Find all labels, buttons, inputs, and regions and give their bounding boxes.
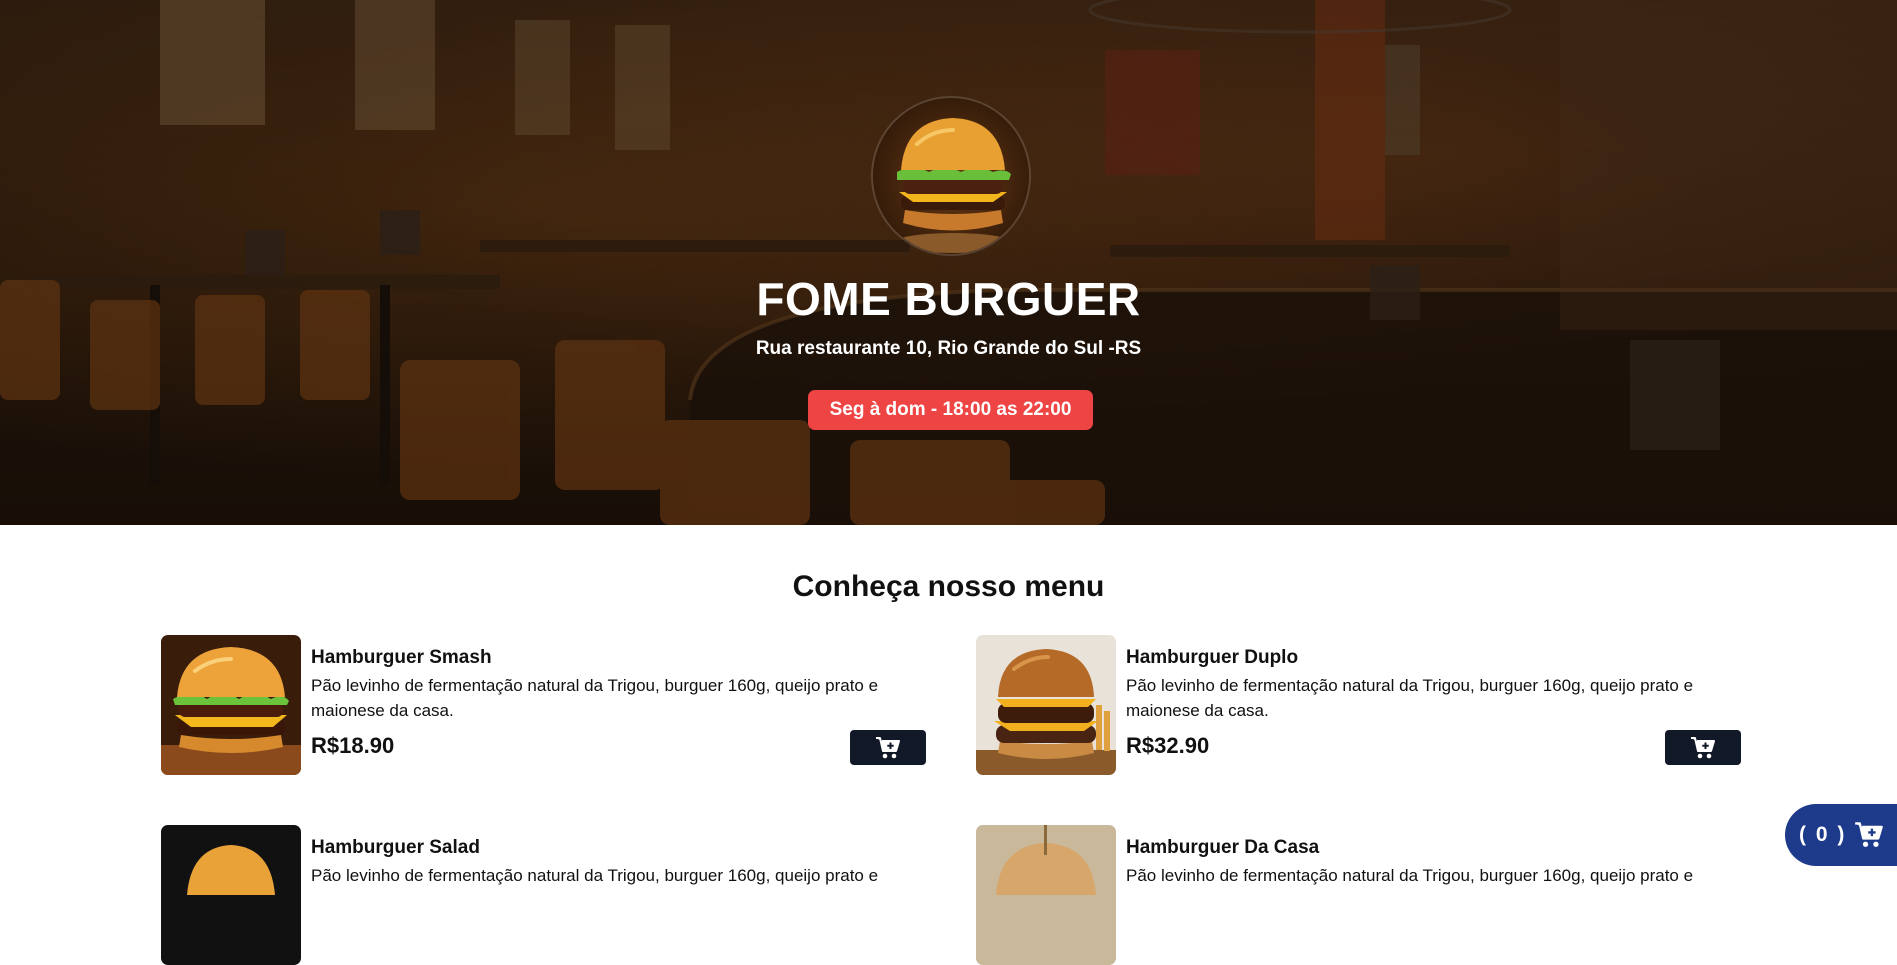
burger-logo	[871, 96, 1031, 256]
item-name: Hamburguer Da Casa	[1126, 837, 1320, 858]
restaurant-address: Rua restaurante 10, Rio Grande do Sul -R…	[755, 338, 1142, 359]
item-photo	[161, 825, 301, 965]
shopping-cart-icon	[1855, 822, 1884, 847]
cart-plus-icon	[1691, 736, 1715, 758]
cart-count: ( 0 )	[1799, 823, 1847, 846]
menu-item: Hamburguer Salad Pão levinho de fermenta…	[161, 825, 926, 965]
opening-hours-badge: Seg à dom - 18:00 as 22:00	[808, 390, 1093, 430]
burger-photo	[161, 635, 301, 775]
burger-photo	[976, 635, 1116, 775]
menu-item: Hamburguer Da Casa Pão levinho de fermen…	[976, 825, 1741, 965]
item-name: Hamburguer Salad	[311, 837, 480, 858]
item-photo	[161, 635, 301, 775]
menu-heading: Conheça nosso menu	[792, 570, 1105, 603]
item-description: Pão levinho de fermentação natural da Tr…	[1126, 866, 1694, 885]
item-description: Pão levinho de fermentação natural da Tr…	[311, 866, 879, 885]
cart-plus-icon	[876, 736, 900, 758]
item-price: R$18.90	[311, 733, 395, 758]
hero-content: FOME BURGUER Rua restaurante 10, Rio Gra…	[0, 0, 1897, 525]
burger-logo-icon	[873, 98, 1029, 254]
add-to-cart-button[interactable]	[1665, 730, 1741, 765]
item-description: Pão levinho de fermentação natural da Tr…	[311, 676, 879, 720]
item-photo	[976, 825, 1116, 965]
hero-banner: FOME BURGUER Rua restaurante 10, Rio Gra…	[0, 0, 1897, 525]
burger-photo	[976, 825, 1116, 965]
item-name: Hamburguer Smash	[311, 647, 492, 668]
cart-button[interactable]: ( 0 )	[1785, 804, 1897, 866]
item-photo	[976, 635, 1116, 775]
burger-photo	[161, 825, 301, 965]
restaurant-name: FOME BURGUER	[756, 273, 1141, 325]
item-name: Hamburguer Duplo	[1126, 647, 1299, 668]
menu-item: Hamburguer Duplo Pão levinho de fermenta…	[976, 635, 1741, 775]
menu-item: Hamburguer Smash Pão levinho de fermenta…	[161, 635, 926, 775]
add-to-cart-button[interactable]	[850, 730, 926, 765]
item-description: Pão levinho de fermentação natural da Tr…	[1126, 676, 1694, 720]
item-price: R$32.90	[1126, 733, 1210, 758]
